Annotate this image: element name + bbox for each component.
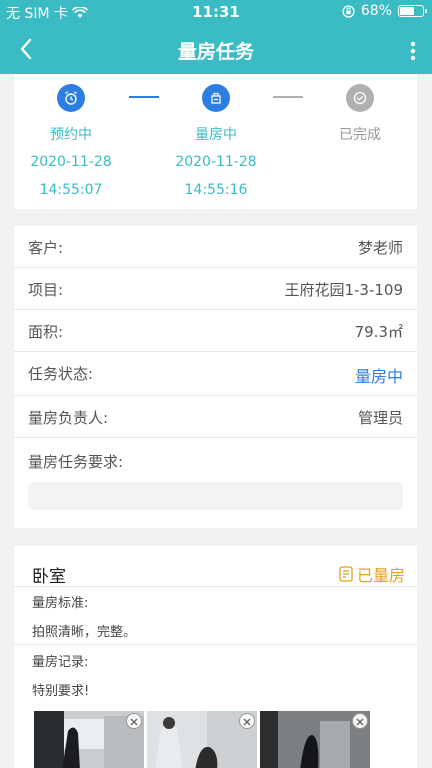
requirement-field: [28, 482, 403, 510]
step-reserved: 预约中 2020-11-28 14:55:07: [16, 84, 126, 198]
info-row-area: 面积: 79.3㎡: [14, 310, 417, 352]
requirement-label: 量房任务要求:: [28, 453, 124, 471]
nav-bar: 量房任务: [0, 24, 432, 74]
step-measuring: 量房中 2020-11-28 14:55:16: [161, 84, 271, 198]
battery-icon: [398, 5, 427, 17]
status-bar: 无 SIM 卡 11:31 68%: [0, 0, 432, 24]
info-row-customer: 客户: 梦老师: [14, 226, 417, 268]
check-circle-icon: [346, 84, 374, 112]
owner-label: 量房负责人:: [28, 409, 109, 427]
step-time: 14:55:16: [184, 182, 248, 198]
step-time: 14:55:07: [39, 182, 103, 198]
step-date: 2020-11-28: [30, 154, 112, 170]
area-value: 79.3㎡: [354, 323, 403, 341]
info-row-owner: 量房负责人: 管理员: [14, 396, 417, 438]
info-row-project: 项目: 王府花园1-3-109: [14, 268, 417, 310]
divider: [14, 586, 417, 587]
orientation-lock-icon: [342, 4, 355, 18]
customer-value: 梦老师: [357, 239, 403, 257]
room-photo[interactable]: [147, 711, 257, 768]
delete-photo-icon[interactable]: [239, 713, 255, 729]
alarm-clock-icon: [57, 84, 85, 112]
status-label: 任务状态:: [28, 365, 94, 383]
divider: [14, 644, 417, 645]
step-label: 量房中: [195, 127, 237, 143]
battery-percent: 68%: [360, 3, 392, 19]
delete-photo-icon[interactable]: [126, 713, 142, 729]
record-value: 特别要求!: [32, 684, 90, 699]
area-label: 面积:: [28, 323, 64, 341]
page-title: 量房任务: [177, 41, 254, 63]
record-label: 量房记录:: [32, 655, 89, 670]
task-info-card: 客户: 梦老师 项目: 王府花园1-3-109 面积: 79.3㎡ 任务状态: …: [14, 226, 417, 528]
step-label: 已完成: [339, 127, 381, 143]
info-row-status: 任务状态: 量房中: [14, 352, 417, 396]
room-card: 卧室 已量房 量房标准: 拍照清晰，完整。 量房记录: 特别要求!: [14, 546, 417, 768]
battery-fill: [400, 7, 415, 15]
step-date: 2020-11-28: [175, 154, 257, 170]
ruler-doc-icon: [339, 566, 353, 582]
step-label: 预约中: [50, 127, 92, 143]
progress-tracker: 预约中 2020-11-28 14:55:07 量房中 2020-11-28 1…: [14, 74, 417, 209]
step-connector: [273, 96, 303, 98]
project-label: 项目:: [28, 281, 64, 299]
step-completed: 已完成: [305, 84, 415, 144]
standard-label: 量房标准:: [32, 596, 89, 611]
room-status-badge: 已量房: [339, 562, 405, 586]
project-value: 王府花园1-3-109: [284, 281, 403, 299]
step-connector: [129, 96, 159, 98]
status-value: 量房中: [354, 367, 403, 386]
standard-value: 拍照清晰，完整。: [32, 625, 137, 640]
room-status-text: 已量房: [356, 566, 405, 585]
room-title: 卧室: [32, 567, 66, 587]
more-vertical-icon[interactable]: [410, 41, 416, 61]
measure-icon: [202, 84, 230, 112]
delete-photo-icon[interactable]: [352, 713, 368, 729]
room-photo[interactable]: [34, 711, 144, 768]
customer-label: 客户:: [28, 239, 64, 257]
room-photo[interactable]: [260, 711, 370, 768]
owner-value: 管理员: [357, 409, 403, 427]
